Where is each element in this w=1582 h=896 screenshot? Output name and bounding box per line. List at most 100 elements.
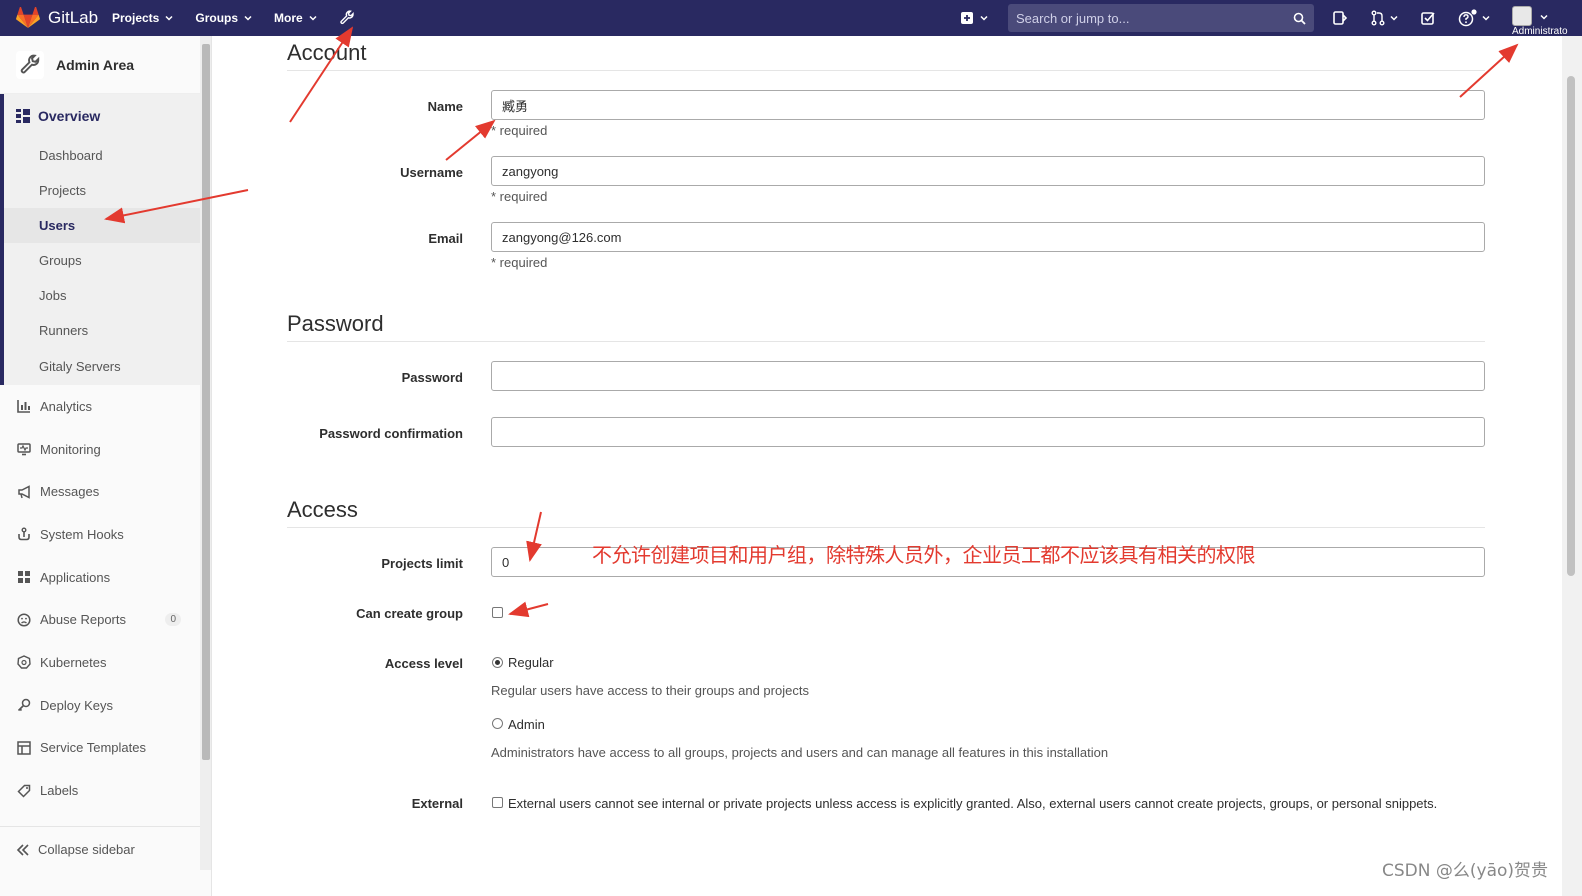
sidebar-context-title: Admin Area [56,56,135,73]
collapse-sidebar-label: Collapse sidebar [38,842,135,857]
admin-help-text: Administrators have access to all groups… [491,745,1109,760]
kubernetes-icon [17,655,31,670]
section-divider [287,527,1485,528]
page-scrollbar[interactable] [1562,36,1582,896]
todos-link[interactable] [1420,10,1436,26]
help-icon [1458,9,1477,27]
can-create-group-label: Can create group [356,606,463,621]
sidebar-item-overview[interactable]: Overview [4,94,211,138]
username-field[interactable] [491,156,1485,186]
search-box[interactable] [1008,4,1314,32]
applications-icon [18,571,30,584]
sidebar-item-messages[interactable]: Messages [0,470,211,513]
label-icon [17,784,31,798]
sidebar-item-dashboard[interactable]: Dashboard [4,138,211,173]
sidebar-item-kubernetes[interactable]: Kubernetes [0,641,211,684]
nav-groups-label: Groups [195,11,239,25]
merge-requests-dropdown[interactable] [1370,10,1398,26]
avatar [1512,6,1532,26]
chevron-down-icon [1540,14,1548,20]
name-label: Name [427,99,463,114]
sidebar-item-monitoring[interactable]: Monitoring [0,428,211,471]
username-required-hint: * required [491,189,548,204]
can-create-group-checkbox[interactable] [492,607,503,618]
sidebar-context-header[interactable]: Admin Area [0,36,211,94]
sidebar-item-label: Abuse Reports [40,612,126,628]
watermark-text: CSDN @么(yāo)贺贵 [1382,861,1549,881]
sidebar-item-runners[interactable]: Runners [4,313,211,348]
sidebar-item-abuse-reports[interactable]: Abuse Reports 0 [0,598,211,641]
sidebar-item-groups[interactable]: Groups [4,243,211,278]
issues-link[interactable] [1332,10,1348,26]
brand-name: GitLab [48,8,99,27]
email-field[interactable] [491,222,1485,252]
search-icon [1293,12,1306,25]
sidebar-item-projects[interactable]: Projects [4,173,211,208]
sidebar-item-label: Applications [40,569,111,585]
chevron-down-icon [309,15,317,21]
collapse-sidebar-button[interactable]: Collapse sidebar [0,826,210,872]
sidebar-item-deploy-keys[interactable]: Deploy Keys [0,684,211,727]
projects-limit-label: Projects limit [381,556,463,571]
password-field[interactable] [491,361,1485,391]
admin-area-avatar [16,50,44,79]
email-label: Email [428,231,463,246]
hook-icon [18,527,30,541]
chevron-down-icon [244,15,252,21]
new-dropdown[interactable] [960,11,988,25]
admin-area-link[interactable] [339,10,355,26]
password-confirmation-field[interactable] [491,417,1485,447]
username-label: Username [400,165,463,180]
search-input[interactable] [1016,10,1293,26]
external-label: External [411,796,463,811]
megaphone-icon [18,485,30,499]
section-divider [287,70,1485,71]
key-icon [17,698,31,712]
sidebar-item-label: Overview [38,108,101,124]
merge-request-icon [1371,10,1385,26]
navbar-right: Administrato [960,0,1582,37]
chevron-down-icon [1390,15,1398,21]
help-dropdown[interactable] [1458,9,1490,27]
access-level-regular-radio[interactable] [492,657,503,668]
issues-icon [1333,11,1348,25]
account-section-title: Account [287,40,367,65]
gitlab-home-link[interactable]: GitLab [0,0,112,36]
access-section-title: Access [287,497,358,522]
admin-sidebar: Admin Area Overview Dashboard Projects U… [0,36,212,896]
sidebar-item-gitaly-servers[interactable]: Gitaly Servers [4,348,211,385]
email-required-hint: * required [491,255,548,270]
abuse-icon [17,613,31,627]
sidebar-item-system-hooks[interactable]: System Hooks [0,513,211,556]
sidebar-item-applications[interactable]: Applications [0,556,211,599]
external-help-text: External users cannot see internal or pr… [508,796,1438,811]
nav-more-dropdown[interactable]: More [274,11,317,25]
section-divider [287,341,1485,342]
sidebar-item-label: Monitoring [40,441,101,457]
access-level-admin-radio[interactable] [492,718,503,729]
todo-check-icon [1421,12,1435,25]
name-required-hint: * required [491,123,548,138]
sidebar-item-service-templates[interactable]: Service Templates [0,727,211,770]
sidebar-scrollbar[interactable] [200,36,211,870]
sidebar-item-analytics[interactable]: Analytics [0,385,211,428]
password-section-title: Password [287,311,384,336]
sidebar-item-jobs[interactable]: Jobs [4,278,211,313]
nav-groups-dropdown[interactable]: Groups [195,11,252,25]
sidebar-item-users[interactable]: Users [4,208,211,243]
user-menu-dropdown[interactable]: Administrato [1512,0,1582,37]
overview-grid-icon [16,109,30,123]
chevron-down-icon [1482,15,1490,21]
abuse-reports-count-badge: 0 [165,613,181,627]
double-chevron-left-icon [16,843,29,856]
name-field[interactable] [491,90,1485,120]
monitor-icon [17,443,31,456]
sidebar-item-labels[interactable]: Labels [0,769,211,812]
access-level-label: Access level [384,656,463,671]
analytics-icon [17,400,30,414]
external-checkbox[interactable] [492,797,503,808]
plus-square-icon [961,12,973,24]
admin-option-label: Admin [508,717,545,732]
nav-more-label: More [274,11,303,25]
nav-projects-dropdown[interactable]: Projects [112,11,173,25]
